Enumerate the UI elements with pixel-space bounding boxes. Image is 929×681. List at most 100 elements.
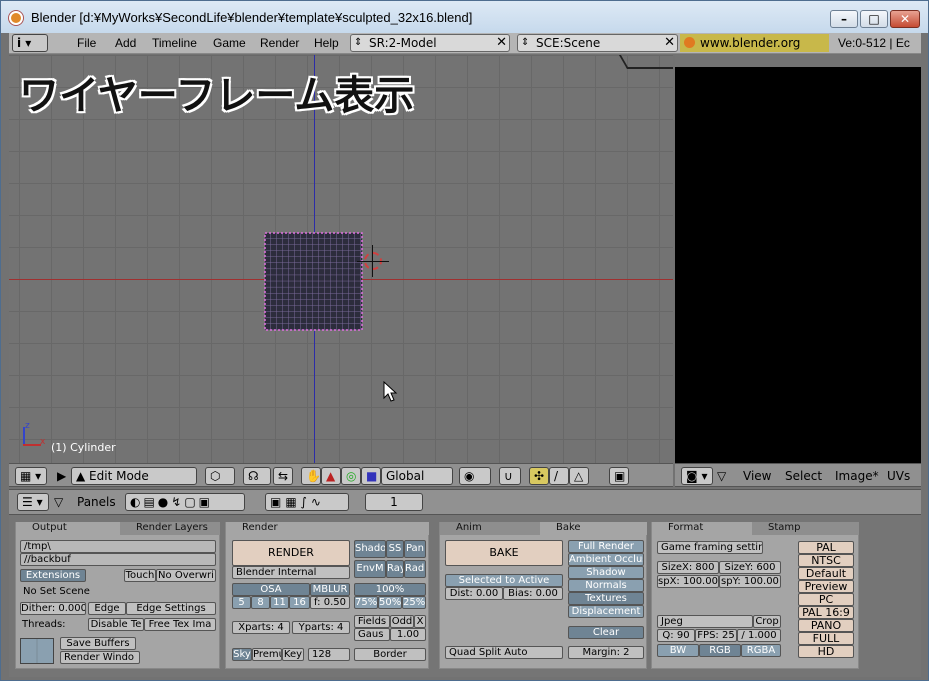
osa-toggle[interactable]: OSA — [232, 583, 310, 596]
translate-button[interactable]: ▲ — [321, 467, 341, 485]
preset-default[interactable]: Default — [798, 567, 854, 580]
sizex-field[interactable]: SizeX: 800 — [657, 561, 719, 574]
proportional-button[interactable]: ◉ — [459, 467, 491, 485]
delete-scene-icon[interactable]: ✕ — [664, 35, 675, 51]
size-100-button[interactable]: 100% — [354, 583, 426, 596]
bw-button[interactable]: BW — [657, 644, 699, 657]
save-buffers-toggle[interactable]: Save Buffers — [60, 637, 136, 650]
fps-field[interactable]: FPS: 25 — [695, 629, 737, 642]
disable-tex-toggle[interactable]: Disable Te — [88, 618, 144, 631]
osa-11-button[interactable]: 11 — [270, 596, 289, 609]
touch-toggle[interactable]: Touch — [124, 569, 156, 582]
rgb-button[interactable]: RGB — [699, 644, 741, 657]
filter-size-field[interactable]: 1.00 — [390, 628, 426, 641]
osa-8-button[interactable]: 8 — [251, 596, 270, 609]
menu-select[interactable]: Select — [785, 469, 822, 483]
preset-pc[interactable]: PC — [798, 593, 854, 606]
render-button[interactable]: RENDER — [232, 540, 350, 566]
preset-full[interactable]: FULL — [798, 632, 854, 645]
frame-field[interactable]: 1 — [365, 493, 423, 511]
blender-org-link[interactable]: www.blender.org 248.1 — [680, 34, 829, 68]
maximize-button[interactable]: □ — [860, 10, 888, 28]
3d-viewport[interactable]: ワイヤーフレーム表示 z x (1) Cylinder — [9, 55, 673, 463]
tab-anim[interactable]: Anim — [440, 522, 540, 535]
close-button[interactable]: ✕ — [890, 10, 920, 28]
shadow-toggle[interactable]: Shado — [354, 540, 386, 558]
envmap-toggle[interactable]: EnvM — [354, 560, 386, 578]
premul-toggle[interactable]: Premu — [252, 648, 282, 661]
osa-5-button[interactable]: 5 — [232, 596, 251, 609]
face-select-button[interactable]: △ — [569, 467, 589, 485]
menu-view[interactable]: View — [743, 469, 771, 483]
tab-format[interactable]: Format — [652, 522, 752, 535]
output-path-field[interactable]: /tmp\ — [20, 540, 216, 553]
quad-split-selector[interactable]: Quad Split Auto — [445, 646, 563, 659]
aspy-field[interactable]: spY: 100.00 — [719, 575, 781, 588]
menu-help[interactable]: Help — [314, 36, 339, 50]
bake-ambient-occlusion[interactable]: Ambient Occlus — [568, 553, 644, 566]
expand-triangle-icon[interactable]: ▶ — [57, 469, 66, 483]
menu-file[interactable]: File — [77, 36, 96, 50]
xparts-field[interactable]: Xparts: 4 — [232, 621, 290, 634]
bake-full-render[interactable]: Full Render — [568, 540, 644, 553]
bake-normals[interactable]: Normals — [568, 579, 644, 592]
editor-type-image-button[interactable]: ◙ ▾ — [681, 467, 713, 485]
tab-render-layers[interactable]: Render Layers — [120, 522, 220, 535]
mblur-factor-field[interactable]: f: 0.50 — [310, 596, 350, 609]
edge-select-button[interactable]: / — [549, 467, 569, 485]
ray-toggle[interactable]: Ray — [386, 560, 404, 578]
yparts-field[interactable]: Yparts: 4 — [292, 621, 350, 634]
preset-pano[interactable]: PANO — [798, 619, 854, 632]
minimize-button[interactable]: – — [830, 10, 858, 28]
x-toggle[interactable]: X — [414, 615, 426, 628]
no-overwrite-toggle[interactable]: No Overwri — [156, 569, 216, 582]
key-toggle[interactable]: Key — [282, 648, 304, 661]
editor-type-buttons-button[interactable]: ☰ ▾ — [17, 493, 49, 511]
size-50-button[interactable]: 50% — [378, 596, 402, 609]
render-window-selector[interactable]: Render Windo — [60, 651, 140, 664]
dither-field[interactable]: Dither: 0.000 — [20, 602, 86, 615]
render-layout-icon[interactable] — [20, 638, 54, 664]
editor-type-grid-button[interactable]: ▦ ▾ — [15, 467, 47, 485]
preset-hd[interactable]: HD — [798, 645, 854, 658]
render-view-button[interactable]: ▣ — [609, 467, 629, 485]
menu-uvs[interactable]: UVs — [887, 469, 910, 483]
orientation-selector[interactable]: Global — [381, 467, 453, 485]
bit-depth-selector[interactable]: 128 — [308, 648, 350, 661]
size-25-button[interactable]: 25% — [402, 596, 426, 609]
backbuf-path-field[interactable]: //backbuf — [20, 553, 216, 566]
edge-toggle[interactable]: Edge — [88, 602, 126, 615]
menu-render[interactable]: Render — [260, 36, 299, 50]
osa-16-button[interactable]: 16 — [289, 596, 310, 609]
mode-selector[interactable]: ▲ Edit Mode — [71, 467, 197, 485]
bake-shadow[interactable]: Shadow — [568, 566, 644, 579]
bake-displacement[interactable]: Displacement — [568, 605, 644, 618]
editor-type-info-button[interactable]: i ▾ — [12, 34, 48, 52]
menu-game[interactable]: Game — [213, 36, 246, 50]
preset-pal[interactable]: PAL — [798, 541, 854, 554]
delete-screen-icon[interactable]: ✕ — [496, 35, 507, 51]
filter-selector[interactable]: Gaus — [354, 628, 390, 641]
mblur-toggle[interactable]: MBLUR — [310, 583, 350, 596]
tab-stamp[interactable]: Stamp — [752, 522, 859, 535]
sizey-field[interactable]: SizeY: 600 — [719, 561, 781, 574]
sky-toggle[interactable]: Sky — [232, 648, 252, 661]
game-framing-button[interactable]: Game framing settings — [657, 541, 763, 554]
scene-selector[interactable]: ⇕ SCE:Scene ✕ — [517, 34, 678, 52]
extensions-toggle[interactable]: Extensions — [20, 569, 86, 582]
widget-button[interactable]: ⇆ — [273, 467, 293, 485]
no-set-scene-selector[interactable]: No Set Scene — [20, 586, 110, 599]
menu-add[interactable]: Add — [115, 36, 136, 50]
fps-base-field[interactable]: / 1.000 — [737, 629, 781, 642]
free-tex-toggle[interactable]: Free Tex Ima — [144, 618, 216, 631]
aspx-field[interactable]: spX: 100.00 — [657, 575, 719, 588]
margin-field[interactable]: Margin: 2 — [568, 646, 644, 659]
edge-settings-button[interactable]: Edge Settings — [126, 602, 216, 615]
clear-toggle[interactable]: Clear — [568, 626, 644, 639]
menu-timeline[interactable]: Timeline — [152, 36, 197, 50]
rotate-button[interactable]: ◎ — [341, 467, 361, 485]
ss-toggle[interactable]: SS — [386, 540, 404, 558]
pivot-button[interactable]: ☊ — [243, 467, 271, 485]
file-format-selector[interactable]: Jpeg — [657, 615, 753, 628]
border-toggle[interactable]: Border — [354, 648, 426, 661]
